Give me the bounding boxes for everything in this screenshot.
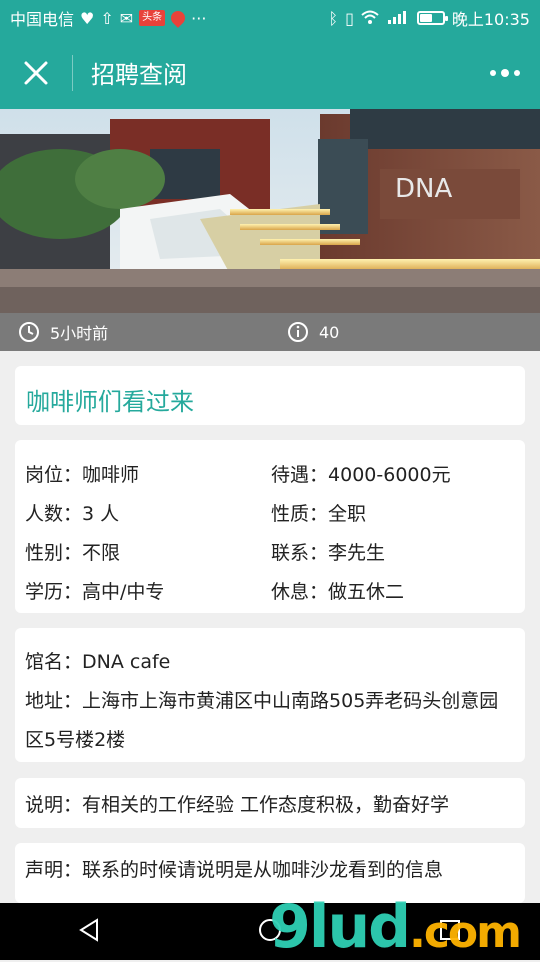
address-value: 上海市上海市黄浦区中山南路505弄老码头创意园区5号楼2楼 — [25, 690, 499, 751]
detail-label: 人数： — [25, 503, 83, 525]
banner-carousel[interactable]: DNA — [0, 109, 540, 313]
watermark-text: 9lud — [269, 892, 411, 962]
upload-icon: ⇧ — [100, 8, 114, 28]
statement-label: 声明： — [25, 859, 83, 881]
post-meta-bar: 5小时前 40 — [0, 313, 540, 351]
close-icon — [24, 61, 48, 84]
detail-label: 休息： — [271, 581, 329, 603]
detail-value: 4000-6000元 — [328, 464, 451, 486]
view-count: 40 — [287, 321, 339, 343]
health-icon: ♥ — [80, 8, 95, 28]
detail-value: 做五休二 — [328, 581, 405, 603]
clock-time: 晚上10:35 — [451, 10, 530, 29]
detail-value: 全职 — [328, 503, 367, 525]
info-icon — [288, 322, 308, 342]
status-bar: 中国电信 ♥ ⇧ ✉ 头条 ··· ᛒ ▯ 晚上10:35 — [0, 0, 540, 36]
signal-icon — [386, 9, 410, 28]
detail-label: 岗位： — [25, 464, 83, 486]
job-details-card: 岗位： 咖啡师 待遇： 4000-6000元 人数： 3 人 性质： 全职 性别： 不限 … — [15, 440, 525, 613]
watermark-suffix: .com — [409, 907, 522, 958]
carrier-label: 中国电信 — [10, 10, 75, 29]
detail-value: 李先生 — [328, 542, 386, 564]
toutiao-badge-icon: 头条 — [139, 10, 166, 26]
description-card: 说明： 有相关的工作经验 工作态度积极，勤奋好学 — [15, 778, 525, 828]
header-divider — [72, 54, 73, 91]
posted-time-label: 5小时前 — [50, 324, 109, 343]
venue-card: 馆名：DNA cafe 地址：上海市上海市黄浦区中山南路505弄老码头创意园区5… — [15, 628, 525, 762]
site-watermark: 9lud.com — [269, 892, 522, 962]
description-label: 说明： — [25, 793, 83, 816]
detail-label: 待遇： — [271, 464, 329, 486]
battery-icon — [416, 11, 448, 25]
detail-row: 岗位： 咖啡师 待遇： 4000-6000元 — [25, 454, 515, 493]
close-button[interactable] — [0, 36, 72, 109]
back-triangle-icon — [79, 917, 98, 942]
more-options-button[interactable] — [470, 36, 540, 109]
back-button[interactable] — [77, 917, 103, 947]
venue-value: DNA cafe — [82, 651, 171, 673]
address-label: 地址： — [25, 690, 83, 712]
detail-row: 性别： 不限 联系： 李先生 — [25, 532, 515, 571]
venue-row: 馆名：DNA cafe — [25, 643, 515, 682]
description-value: 有相关的工作经验 工作态度积极，勤奋好学 — [82, 793, 450, 816]
detail-value: 咖啡师 — [82, 464, 140, 486]
flash-icon: ✉ — [119, 8, 134, 28]
bluetooth-icon: ᛒ — [328, 8, 339, 28]
detail-label: 学历： — [25, 581, 83, 603]
detail-value: 3 人 — [82, 503, 120, 525]
view-count-label: 40 — [319, 322, 340, 342]
detail-row: 学历： 高中/中专 休息： 做五休二 — [25, 571, 515, 610]
detail-value: 不限 — [82, 542, 121, 564]
statement-value: 联系的时候请说明是从咖啡沙龙看到的信息 — [82, 859, 444, 881]
app-header: 招聘查阅 — [0, 36, 540, 109]
detail-value: 高中/中专 — [82, 581, 165, 603]
more-dot-icon — [501, 68, 509, 77]
more-dot-icon — [514, 69, 520, 76]
job-title: 咖啡师们看过来 — [26, 388, 194, 416]
detail-label: 性别： — [25, 542, 83, 564]
banner-image: DNA — [0, 109, 540, 313]
detail-label: 性质： — [271, 503, 329, 525]
page-title: 招聘查阅 — [91, 61, 187, 89]
detail-row: 人数： 3 人 性质： 全职 — [25, 493, 515, 532]
more-notifications-icon: ··· — [191, 8, 207, 28]
detail-label: 联系： — [271, 542, 329, 564]
clock-icon — [19, 322, 39, 342]
map-pin-icon — [168, 8, 189, 28]
wifi-icon — [361, 9, 379, 28]
posted-time: 5小时前 — [18, 320, 108, 344]
banner-sign-text: DNA — [395, 174, 452, 204]
vibrate-icon: ▯ — [345, 8, 354, 28]
venue-label: 馆名： — [25, 651, 83, 673]
job-title-card: 咖啡师们看过来 — [15, 366, 525, 425]
address-row: 地址：上海市上海市黄浦区中山南路505弄老码头创意园区5号楼2楼 — [25, 682, 515, 760]
more-dot-icon — [490, 69, 496, 76]
